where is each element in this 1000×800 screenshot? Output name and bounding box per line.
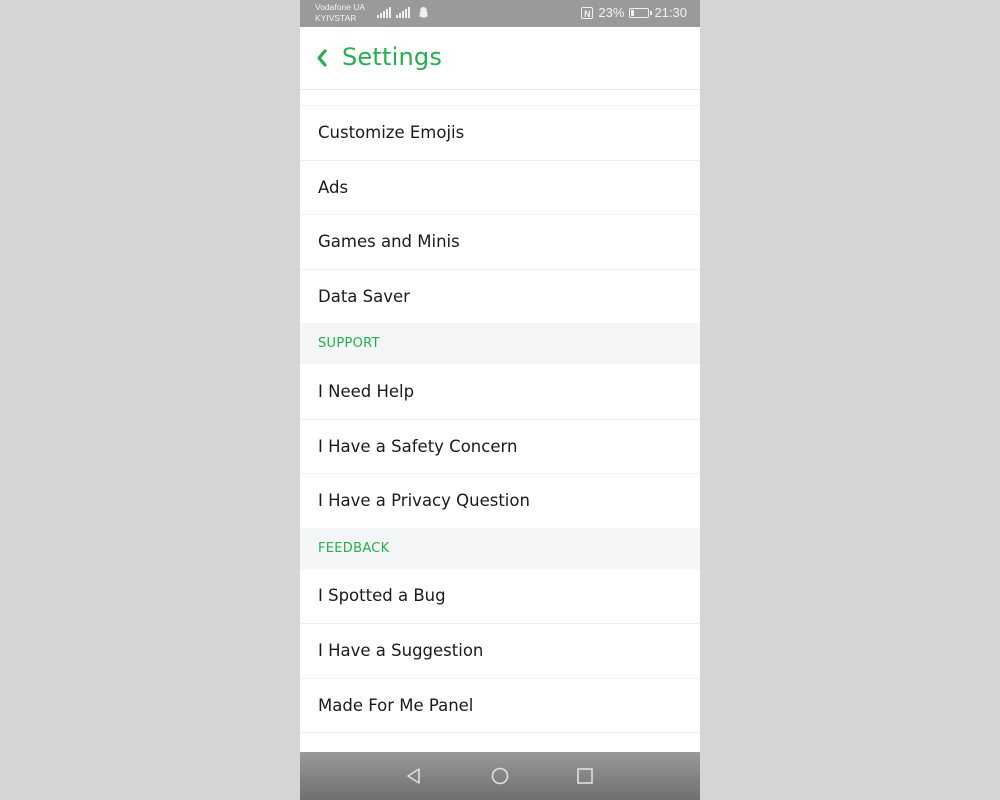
recents-square-icon[interactable] <box>575 766 595 786</box>
clock: 21:30 <box>654 5 687 20</box>
section-header-support: SUPPORT <box>300 323 700 364</box>
item-made-for-me-panel[interactable]: Made For Me Panel <box>300 677 700 732</box>
back-triangle-icon[interactable] <box>404 766 424 786</box>
section-header-feedback: FEEDBACK <box>300 527 700 569</box>
battery-icon <box>629 7 653 18</box>
home-circle-icon[interactable] <box>490 766 510 786</box>
battery-fill <box>631 9 635 16</box>
nfc-icon: N <box>581 6 594 19</box>
item-safety-concern[interactable]: I Have a Safety Concern <box>300 418 700 473</box>
snapchat-ghost-icon <box>418 6 429 18</box>
page-title: Settings <box>342 43 443 71</box>
chevron-left-icon[interactable] <box>314 47 330 69</box>
phone-screen: Vodafone UA KYIVSTAR N 23% 21:30 Setting… <box>300 0 700 800</box>
status-right: N 23% 21:30 <box>581 5 687 20</box>
system-nav-bar <box>300 752 700 800</box>
carrier-2: KYIVSTAR <box>315 13 357 23</box>
list-top-strip <box>300 89 700 105</box>
battery-percent: 23% <box>598 5 625 20</box>
item-customize-emojis[interactable]: Customize Emojis <box>300 105 700 160</box>
item-games-and-minis[interactable]: Games and Minis <box>300 214 700 269</box>
carrier-labels: Vodafone UA KYIVSTAR <box>315 2 365 24</box>
item-ads[interactable]: Ads <box>300 159 700 214</box>
signal-1-icon <box>377 6 391 18</box>
status-bar: Vodafone UA KYIVSTAR N 23% 21:30 <box>300 0 700 27</box>
item-i-need-help[interactable]: I Need Help <box>300 364 700 419</box>
item-data-saver[interactable]: Data Saver <box>300 268 700 323</box>
item-have-a-suggestion[interactable]: I Have a Suggestion <box>300 623 700 678</box>
item-privacy-question[interactable]: I Have a Privacy Question <box>300 473 700 528</box>
carrier-1: Vodafone UA <box>315 2 366 12</box>
settings-list: Customize Emojis Ads Games and Minis Dat… <box>300 89 700 787</box>
signal-2-icon <box>396 6 410 18</box>
item-spotted-a-bug[interactable]: I Spotted a Bug <box>300 568 700 623</box>
settings-header: Settings <box>300 27 700 89</box>
